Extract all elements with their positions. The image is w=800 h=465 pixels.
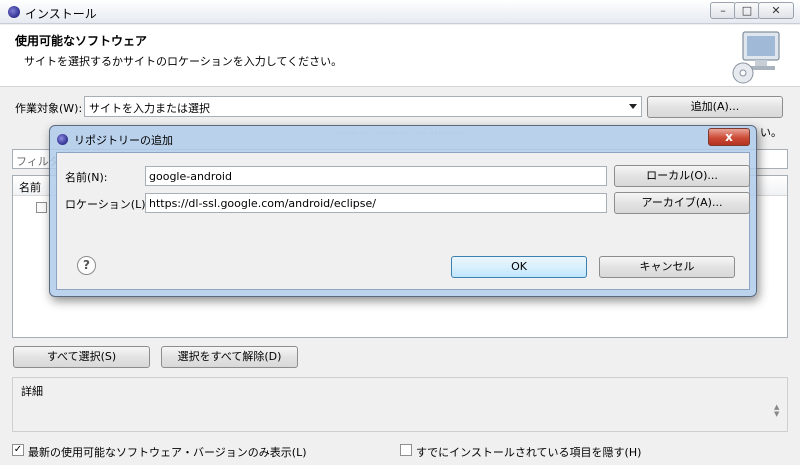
minimize-button[interactable]: – — [710, 2, 736, 19]
repo-location-value: https://dl-ssl.google.com/android/eclips… — [149, 197, 376, 210]
archive-button[interactable]: アーカイブ(A)... — [614, 192, 750, 214]
show-latest-label[interactable]: 最新の使用可能なソフトウェア・バージョンのみ表示(L) — [28, 444, 307, 460]
hide-installed-label[interactable]: すでにインストールされている項目を隠す(H) — [416, 444, 641, 460]
ok-button[interactable]: OK — [451, 256, 587, 278]
dialog-close-button[interactable]: x — [708, 128, 750, 146]
tree-item-checkbox[interactable] — [36, 202, 47, 213]
deselect-all-button[interactable]: 選択をすべて解除(D) — [161, 346, 298, 368]
install-banner-icon — [732, 31, 780, 84]
repo-name-value: google-android — [149, 170, 232, 183]
page-description: サイトを選択するかサイトのロケーションを入力してください。 — [24, 55, 343, 68]
window-title: インストール — [25, 7, 97, 21]
cancel-button[interactable]: キャンセル — [599, 256, 735, 278]
hide-installed-checkbox[interactable] — [400, 444, 412, 456]
dialog-body: 名前(N): google-android ローカル(O)... ロケーション(… — [56, 152, 750, 290]
close-button[interactable]: ✕ — [758, 2, 794, 19]
select-all-button[interactable]: すべて選択(S) — [13, 346, 150, 368]
add-repository-dialog: リポジトリーの追加 x 名前(N): google-android ローカル(O… — [49, 125, 757, 297]
eclipse-icon — [57, 134, 68, 145]
maximize-button[interactable]: □ — [734, 2, 760, 19]
work-with-value: サイトを入力または選択 — [89, 102, 210, 115]
column-name-label: 名前 — [19, 181, 41, 194]
repo-location-label: ロケーション(L): — [65, 198, 150, 211]
eclipse-icon — [8, 6, 20, 18]
add-site-button[interactable]: 追加(A)... — [647, 96, 783, 118]
work-with-label: 作業対象(W): — [15, 102, 83, 115]
page-title: 使用可能なソフトウェア — [15, 34, 148, 48]
repo-name-label: 名前(N): — [65, 171, 108, 184]
show-latest-checkbox[interactable]: ✓ — [12, 444, 24, 456]
work-with-combo[interactable]: サイトを入力または選択 — [84, 96, 642, 117]
repo-name-input[interactable]: google-android — [145, 166, 607, 186]
repo-location-input[interactable]: https://dl-ssl.google.com/android/eclips… — [145, 193, 607, 213]
dropdown-arrow-icon[interactable] — [629, 104, 637, 109]
help-icon[interactable]: ? — [77, 256, 96, 275]
window-titlebar[interactable]: インストール – □ ✕ — [0, 0, 800, 24]
local-button[interactable]: ローカル(O)... — [614, 165, 750, 187]
wizard-header: 使用可能なソフトウェア サイトを選択するかサイトのロケーションを入力してください… — [0, 25, 800, 87]
hint-text-fragment: い。 — [760, 126, 782, 139]
dialog-title: リポジトリーの追加 — [74, 134, 173, 147]
details-group: 詳細 ▲ ▼ — [12, 377, 788, 432]
details-label: 詳細 — [21, 385, 43, 398]
details-scroll-icon[interactable]: ▲ ▼ — [774, 404, 782, 418]
